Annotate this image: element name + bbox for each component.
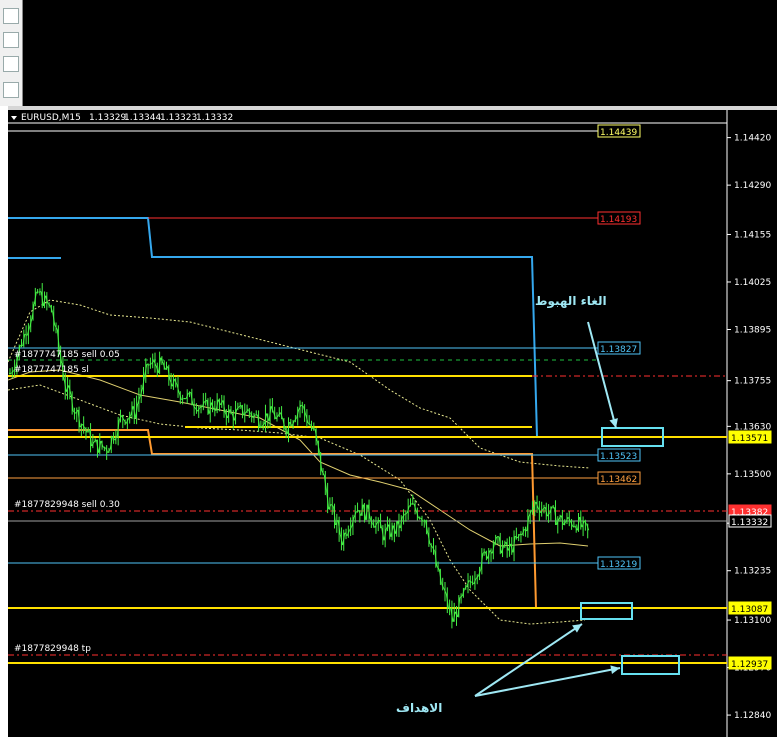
order-label: #1877829948 sell 0.30 [14, 500, 120, 510]
order-label: #1877747185 sell 0.05 [14, 350, 120, 360]
y-tick-label: 1.13895 [734, 325, 771, 335]
ohlc-open: 1.13329 [89, 113, 126, 123]
candle-body [38, 291, 42, 293]
symbol-title: EURUSD,M15 [21, 113, 81, 123]
y-tick-label: 1.14290 [734, 181, 771, 191]
ohlc-low: 1.13323 [160, 113, 197, 123]
price-chart[interactable]: 1.14420 1.14290 1.14155 1.14025 1.13895 1.137… [0, 0, 777, 737]
annotation-cancel-downtrend: الغاء الهبوط [535, 294, 607, 309]
axis-price-label: 1.13571 [731, 434, 768, 444]
price-tag-label: 1.14193 [600, 215, 637, 225]
annotation-targets: الاهداف [396, 701, 442, 715]
price-tag-label: 1.13462 [600, 475, 637, 485]
ohlc-close: 1.13332 [196, 113, 233, 123]
y-tick-label: 1.14155 [734, 230, 771, 240]
price-tag-label: 1.13827 [600, 345, 637, 355]
price-tag-label: 1.14439 [600, 128, 637, 138]
candle-body [103, 446, 106, 449]
y-tick-label: 1.13100 [734, 616, 771, 626]
price-tag-label: 1.13523 [600, 452, 637, 462]
y-tick-label: 1.13235 [734, 567, 771, 577]
price-tag-label: 1.13219 [600, 560, 637, 570]
y-tick-label: 1.14420 [734, 134, 771, 144]
y-tick-label: 1.13755 [734, 377, 771, 387]
chart-header: EURUSD,M15 1.13329 1.13344 1.13323 1.133… [11, 113, 233, 123]
y-tick-label: 1.14025 [734, 278, 771, 288]
axis-price-label: 1.13332 [731, 518, 768, 528]
candle-body [20, 344, 23, 347]
ohlc-high: 1.13344 [124, 113, 161, 123]
axis-price-label: 1.13087 [731, 605, 768, 615]
axis-price-label: 1.12937 [731, 660, 768, 670]
order-label: #1877747185 sl [14, 365, 89, 375]
y-tick-label: 1.12840 [734, 711, 771, 721]
order-label: #1877829948 tp [14, 644, 91, 654]
y-tick-label: 1.13500 [734, 470, 771, 480]
